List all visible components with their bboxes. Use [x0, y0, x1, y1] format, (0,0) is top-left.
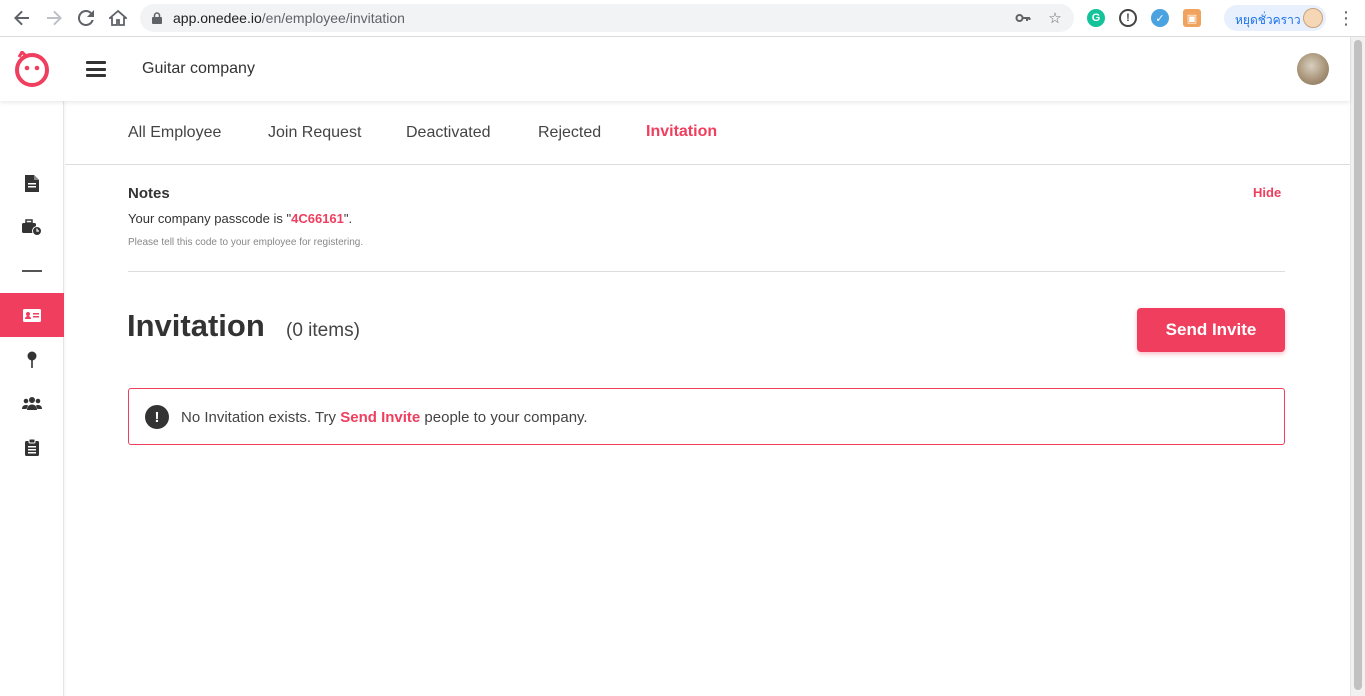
browser-menu-icon[interactable]: ⋮ [1337, 8, 1355, 28]
sidebar-item-locations[interactable] [0, 337, 64, 381]
url-text: app.onedee.io/en/employee/invitation [173, 10, 405, 26]
hide-notes-link[interactable]: Hide [1253, 185, 1281, 200]
sidebar-item-reports[interactable] [0, 425, 64, 469]
items-count: (0 items) [286, 320, 360, 341]
company-passcode: 4C66161 [291, 211, 344, 226]
address-bar[interactable]: app.onedee.io/en/employee/invitation ☆ [140, 4, 1074, 32]
send-invite-link[interactable]: Send Invite [340, 409, 420, 426]
forward-icon[interactable] [44, 8, 64, 28]
password-extension-icon[interactable]: ! [1119, 9, 1137, 27]
employee-tabs: All Employee Join Request Deactivated Re… [65, 101, 1350, 165]
tab-deactivated[interactable]: Deactivated [406, 124, 491, 142]
notes-hint: Please tell this code to your employee f… [128, 237, 364, 248]
sidebar-item-attendance[interactable] [0, 205, 64, 249]
page-scrollbar[interactable] [1350, 37, 1365, 696]
grammarly-icon[interactable]: G [1087, 9, 1105, 27]
sidebar-item-documents[interactable] [0, 161, 64, 205]
send-invite-button[interactable]: Send Invite [1137, 308, 1285, 352]
app-header: Guitar company [0, 37, 1350, 101]
company-name: Guitar company [142, 60, 255, 77]
tab-all-employee[interactable]: All Employee [128, 124, 221, 142]
tab-invitation[interactable]: Invitation [646, 123, 717, 141]
reload-icon[interactable] [76, 8, 96, 28]
sidebar-item-teams[interactable] [0, 381, 64, 425]
users-icon [22, 397, 42, 410]
alert-message: No Invitation exists. Try Send Invite pe… [181, 409, 588, 426]
user-avatar[interactable] [1297, 53, 1329, 85]
empty-state-alert: ! No Invitation exists. Try Send Invite … [128, 388, 1285, 445]
tab-join-request[interactable]: Join Request [268, 124, 361, 142]
onedee-logo[interactable] [13, 51, 51, 87]
page-title: Invitation [127, 308, 265, 343]
back-icon[interactable] [12, 8, 32, 28]
profile-avatar [1303, 8, 1323, 28]
sidebar-item-employees[interactable] [0, 293, 64, 337]
lock-icon [152, 12, 162, 24]
profile-label: หยุดชั่วคราว [1235, 13, 1301, 27]
browser-toolbar: app.onedee.io/en/employee/invitation ☆ G… [0, 0, 1365, 37]
scrollbar-thumb[interactable] [1354, 40, 1362, 690]
id-card-icon [23, 308, 41, 322]
screenshot-extension-icon[interactable]: ▣ [1183, 9, 1201, 27]
document-icon [25, 174, 39, 192]
briefcase-clock-icon [22, 218, 42, 236]
menu-toggle-button[interactable] [86, 61, 106, 77]
clipboard-icon [25, 438, 39, 456]
tab-rejected[interactable]: Rejected [538, 124, 601, 142]
map-pin-icon [27, 351, 37, 368]
star-icon[interactable]: ☆ [1046, 9, 1064, 27]
home-icon[interactable] [108, 8, 128, 28]
notes-title: Notes [128, 185, 170, 202]
sidebar-divider [22, 270, 42, 272]
exclamation-icon: ! [145, 405, 169, 429]
sidebar [0, 101, 64, 696]
passcode-line: Your company passcode is "4C66161". [128, 211, 353, 226]
notes-divider [128, 271, 1285, 272]
extension-check-icon[interactable]: ✓ [1151, 9, 1169, 27]
profile-chip[interactable]: หยุดชั่วคราว [1224, 5, 1326, 31]
key-icon[interactable] [1014, 9, 1032, 27]
